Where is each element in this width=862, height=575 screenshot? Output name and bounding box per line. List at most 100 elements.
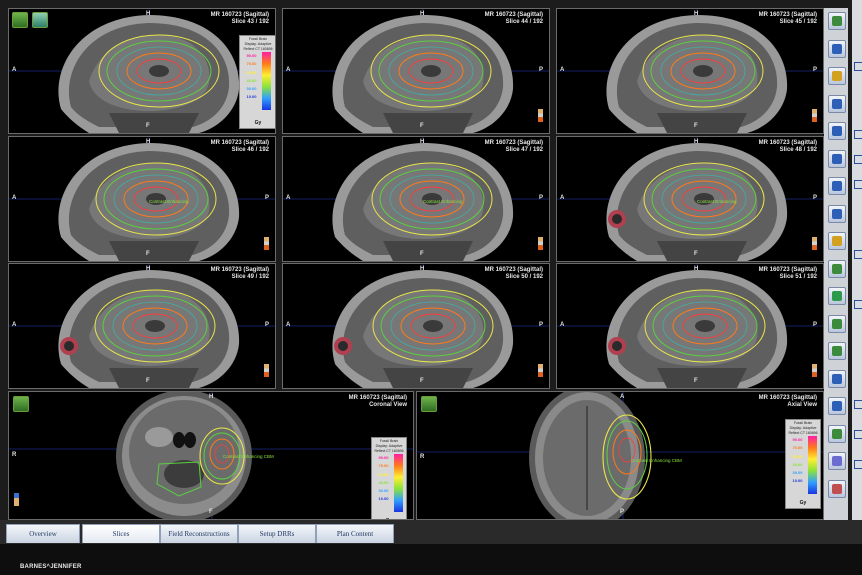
toolbar-icon-3[interactable]: [828, 67, 846, 85]
slice-number: Slice 46 / 192: [231, 147, 269, 153]
legend-subtitle: Display: Adaptive: [789, 426, 817, 430]
tab-plan-content[interactable]: Plan Content: [316, 524, 394, 543]
toolbar-icon-2[interactable]: [828, 39, 846, 58]
legend-value: 50.00: [246, 69, 257, 75]
orient-left: A: [286, 322, 291, 328]
tab-field-reconstructions[interactable]: Field Reconstructions: [160, 524, 238, 543]
orient-bottom: F: [694, 251, 698, 257]
sagittal-slice-panel[interactable]: MR 160723 (Sagittal) Slice 51 / 192 H A P F: [556, 263, 824, 389]
toolbar-glyph: [832, 456, 842, 466]
sagittal-scan-image: [9, 137, 275, 261]
zoom-icon[interactable]: [421, 396, 437, 412]
legend-subtitle: Reflect CT 160696: [243, 47, 273, 51]
axial-header: MR 160723 (Sagittal) Axial View: [759, 395, 817, 409]
toolbar-glyph: [832, 16, 842, 26]
legend-values: 90.00 70.00 50.00 40.00 30.00 10.00: [242, 52, 261, 102]
toolbar-icon-1[interactable]: [828, 12, 846, 30]
legend-value: 90.00: [792, 437, 803, 442]
structure-label: Contrast Enhancing CBM: [223, 454, 274, 459]
legend-unit: Gy: [254, 120, 262, 126]
toolbar-glyph: [832, 318, 842, 329]
sagittal-slice-panel[interactable]: MR 160723 (Sagittal) Slice 46 / 192 H A P F C…: [8, 136, 276, 262]
sagittal-slice-panel[interactable]: MR 160723 (Sagittal) Slice 43 / 192HAPFF…: [8, 8, 276, 134]
legend-title: Fossil Brain: [248, 37, 268, 41]
sagittal-slice-panel[interactable]: MR 160723 (Sagittal) Slice 45 / 192 H A P F: [556, 8, 824, 134]
toolbar-icon-18[interactable]: [828, 479, 846, 498]
sagittal-scan-image: [283, 9, 549, 133]
sagittal-slice-panel[interactable]: MR 160723 (Sagittal) Slice 44 / 192 H A P F: [282, 8, 550, 134]
slice-number: Slice 50 / 192: [505, 274, 543, 280]
legend-color-bar: [394, 454, 403, 512]
tab-slices[interactable]: Slices: [82, 524, 160, 543]
toolbar-icon-12[interactable]: [828, 314, 846, 333]
toolbar-icon-4[interactable]: [828, 94, 846, 113]
sagittal-header: MR 160723 (Sagittal) Slice 43 / 192: [211, 12, 269, 26]
orient-bottom: P: [620, 509, 625, 515]
toolbar-icon-5[interactable]: [828, 122, 846, 140]
sagittal-scan-image: [283, 264, 549, 388]
toolbar-glyph: [832, 401, 842, 411]
sagittal-slice-panel[interactable]: MR 160723 (Sagittal) Slice 47 / 192 H A P F C…: [282, 136, 550, 262]
coronal-series: MR 160723 (Sagittal): [348, 395, 407, 401]
patient-figure-icon: [812, 237, 817, 250]
slice-number: Slice 43 / 192: [231, 19, 269, 25]
toolbar-icon-10[interactable]: [828, 259, 846, 278]
patient-name: BARNES^JENNIFER: [20, 564, 82, 570]
legend-value: 30.00: [246, 86, 257, 92]
toolbar-glyph: [832, 346, 842, 356]
orient-left: R: [12, 452, 17, 458]
toolbar-icon-9[interactable]: [828, 232, 846, 250]
toolbar-glyph: [832, 126, 842, 136]
legend-color-bar: [808, 436, 817, 494]
dose-legend: Fossil Brain Display: Adaptive Reflect C…: [371, 437, 407, 519]
orient-left: A: [560, 67, 565, 73]
tool-icon-1[interactable]: [12, 12, 28, 28]
toolbar-icon-11[interactable]: [828, 287, 846, 305]
tool-icon-2[interactable]: [32, 12, 48, 28]
sagittal-slice-panel[interactable]: MR 160723 (Sagittal) Slice 49 / 192 H A P F: [8, 263, 276, 389]
legend-subtitle: Display: Adaptive: [375, 444, 403, 448]
tab-overview[interactable]: Overview: [6, 524, 80, 543]
legend-subtitle: Reflect CT 160696: [788, 431, 818, 435]
orient-right: P: [539, 195, 544, 201]
toolbar-icon-17[interactable]: [828, 452, 846, 470]
sagittal-slice-panel[interactable]: MR 160723 (Sagittal) Slice 48 / 192 H A P F C…: [556, 136, 824, 262]
sagittal-header: MR 160723 (Sagittal) Slice 44 / 192: [485, 12, 543, 26]
toolbar-icon-7[interactable]: [828, 177, 846, 195]
legend-values: 90.00 70.00 50.00 40.00 30.00 10.00: [374, 454, 393, 504]
coronal-view-label: Coronal View: [369, 402, 407, 408]
sagittal-series: MR 160723 (Sagittal): [210, 12, 269, 18]
legend-value: 50.00: [378, 471, 389, 477]
orient-right: P: [813, 322, 818, 328]
sagittal-scan-image: [9, 264, 275, 388]
legend-unit: Gy: [799, 500, 807, 506]
legend-values: 90.00 70.00 50.00 40.00 30.00 10.00: [788, 436, 807, 486]
toolbar-glyph: [832, 373, 842, 384]
orient-top: H: [146, 139, 151, 145]
right-edge-strip: [852, 0, 862, 522]
toolbar-icon-15[interactable]: [828, 397, 846, 415]
axial-view-panel[interactable]: MR 160723 (Sagittal) Axial View A R L P …: [416, 391, 824, 520]
toolbar-icon-13[interactable]: [828, 342, 846, 360]
coronal-view-panel[interactable]: MR 160723 (Sagittal) Coronal View H R L …: [8, 391, 414, 520]
tab-setup-drrs[interactable]: Setup DRRs: [238, 524, 316, 543]
toolbar-icon-8[interactable]: [828, 204, 846, 223]
orient-top: H: [146, 11, 151, 17]
edge-box: [854, 155, 862, 164]
sagittal-series: MR 160723 (Sagittal): [758, 267, 817, 273]
coronal-scan-image: [9, 392, 413, 519]
toolbar-icon-14[interactable]: [828, 369, 846, 388]
toolbar-glyph: [832, 483, 842, 494]
orient-bottom: F: [420, 378, 424, 384]
structure-label: Contrast Enhancing: [149, 199, 189, 204]
legend-value: 40.00: [378, 479, 389, 485]
sagittal-slice-panel[interactable]: MR 160723 (Sagittal) Slice 50 / 192 H A P F: [282, 263, 550, 389]
zoom-icon[interactable]: [13, 396, 29, 412]
toolbar-icon-16[interactable]: [828, 424, 846, 443]
legend-value: 10.00: [792, 478, 803, 484]
edge-box: [854, 460, 862, 469]
toolbar-icon-6[interactable]: [828, 149, 846, 168]
legend-title: Fossil Brain: [793, 421, 813, 425]
toolbar-glyph: [832, 71, 842, 81]
patient-figure-icon: [812, 364, 817, 377]
